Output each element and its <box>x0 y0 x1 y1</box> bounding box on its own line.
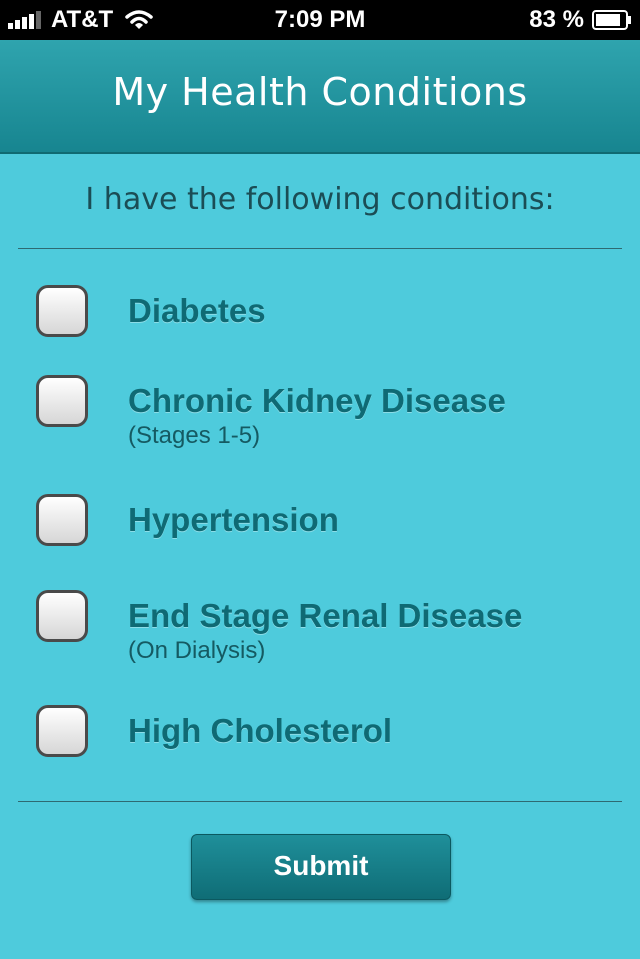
condition-label: Hypertension <box>128 501 339 538</box>
condition-sublabel: (Stages 1-5) <box>128 422 261 449</box>
divider-bottom <box>18 801 622 802</box>
status-right: 83 % <box>529 6 632 34</box>
submit-button[interactable]: Submit <box>191 834 451 900</box>
checkbox-high-cholesterol[interactable] <box>36 705 88 757</box>
condition-end-stage-renal-disease[interactable]: End Stage Renal Disease (On Dialysis) <box>36 590 522 666</box>
checkbox-hypertension[interactable] <box>36 494 88 546</box>
nav-bar: My Health Conditions <box>0 40 640 154</box>
condition-label: High Cholesterol <box>128 712 393 749</box>
battery-icon <box>592 10 631 30</box>
status-bar: AT&T 7:09 PM 83 % <box>0 0 640 40</box>
checkbox-end-stage-renal-disease[interactable] <box>36 590 88 642</box>
checkbox-diabetes[interactable] <box>36 285 88 337</box>
condition-chronic-kidney-disease[interactable]: Chronic Kidney Disease (Stages 1-5) <box>36 375 506 451</box>
condition-diabetes[interactable]: Diabetes <box>36 285 266 337</box>
battery-percent: 83 % <box>529 6 584 33</box>
divider-top <box>18 248 622 249</box>
condition-sublabel: (On Dialysis) <box>128 637 266 664</box>
intro-text: I have the following conditions: <box>85 182 555 217</box>
condition-label: Diabetes <box>128 292 266 329</box>
condition-hypertension[interactable]: Hypertension <box>36 494 339 546</box>
checkbox-chronic-kidney-disease[interactable] <box>36 375 88 427</box>
condition-label: End Stage Renal Disease <box>128 597 523 634</box>
page-title: My Health Conditions <box>112 70 528 114</box>
condition-label: Chronic Kidney Disease <box>128 382 506 419</box>
condition-high-cholesterol[interactable]: High Cholesterol <box>36 705 392 757</box>
